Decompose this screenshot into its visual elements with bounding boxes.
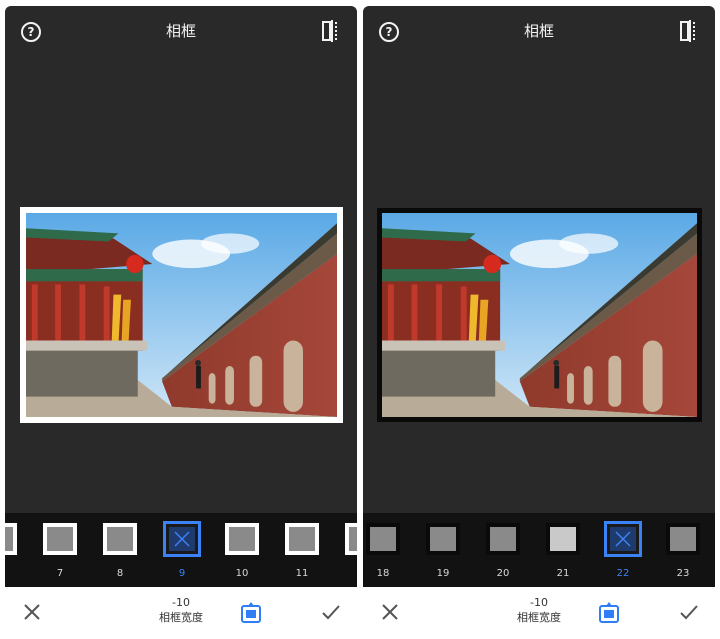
thumbnail-label: 7 — [56, 568, 64, 579]
top-bar: ? 相框 — [363, 6, 715, 58]
frame-thumbnail[interactable] — [43, 523, 77, 555]
screen-black-frames: ? 相框 18 19 20 21 22 23 -10 相框宽度 — [363, 6, 715, 639]
page-title: 相框 — [165, 22, 196, 40]
frame-thumbnail[interactable] — [285, 523, 319, 555]
frame-thumbnail[interactable] — [366, 523, 400, 555]
slider-readout: -10 相框宽度 — [145, 596, 217, 625]
frame-width-icon[interactable] — [599, 601, 619, 623]
compare-icon[interactable] — [321, 20, 341, 42]
check-icon[interactable] — [679, 603, 699, 621]
photo-image — [26, 213, 337, 417]
close-icon[interactable] — [23, 603, 41, 621]
screen-white-frames: ? 相框 7 8 9 10 11 -10 相框宽度 — [5, 6, 357, 639]
thumbnail-label: 18 — [376, 568, 390, 579]
page-title: 相框 — [523, 22, 554, 40]
thumbnail-label: 22 — [616, 568, 630, 579]
photo-preview — [377, 208, 702, 422]
frame-thumbnail-selected[interactable] — [604, 521, 642, 557]
thumbnail-label: 21 — [556, 568, 570, 579]
top-bar: ? 相框 — [5, 6, 357, 58]
frame-thumbnail-selected[interactable] — [163, 521, 201, 557]
photo-preview — [20, 207, 343, 423]
thumbnail-label: 10 — [235, 568, 249, 579]
frame-thumbnail[interactable] — [103, 523, 137, 555]
thumbnail-label: 11 — [295, 568, 309, 579]
slider-value: -10 — [530, 596, 548, 609]
bottom-bar: -10 相框宽度 — [363, 587, 715, 639]
frame-thumbnail[interactable] — [666, 523, 700, 555]
frame-thumbnail[interactable] — [426, 523, 460, 555]
thumbnail-label: 19 — [436, 568, 450, 579]
frame-thumbnail[interactable] — [225, 523, 259, 555]
frame-thumbnail[interactable] — [546, 523, 580, 555]
photo-image — [382, 213, 697, 417]
frame-thumbnail[interactable] — [5, 523, 17, 555]
slider-label: 相框宽度 — [517, 611, 561, 624]
check-icon[interactable] — [321, 603, 341, 621]
frame-width-icon[interactable] — [241, 601, 261, 623]
slider-label: 相框宽度 — [159, 611, 203, 624]
placeholder-icon — [174, 531, 190, 547]
placeholder-icon — [615, 531, 631, 547]
bottom-bar: -10 相框宽度 — [5, 587, 357, 639]
thumbnail-label: 9 — [178, 568, 186, 579]
frame-thumbnail-strip[interactable]: 18 19 20 21 22 23 — [363, 513, 715, 587]
slider-readout: -10 相框宽度 — [503, 596, 575, 625]
thumbnail-label: 8 — [116, 568, 124, 579]
slider-value: -10 — [172, 596, 190, 609]
frame-thumbnail[interactable] — [486, 523, 520, 555]
close-icon[interactable] — [381, 603, 399, 621]
thumbnail-label: 20 — [496, 568, 510, 579]
frame-thumbnail[interactable] — [345, 523, 357, 555]
thumbnail-label: 23 — [676, 568, 690, 579]
frame-thumbnail-strip[interactable]: 7 8 9 10 11 — [5, 513, 357, 587]
compare-icon[interactable] — [679, 20, 699, 42]
